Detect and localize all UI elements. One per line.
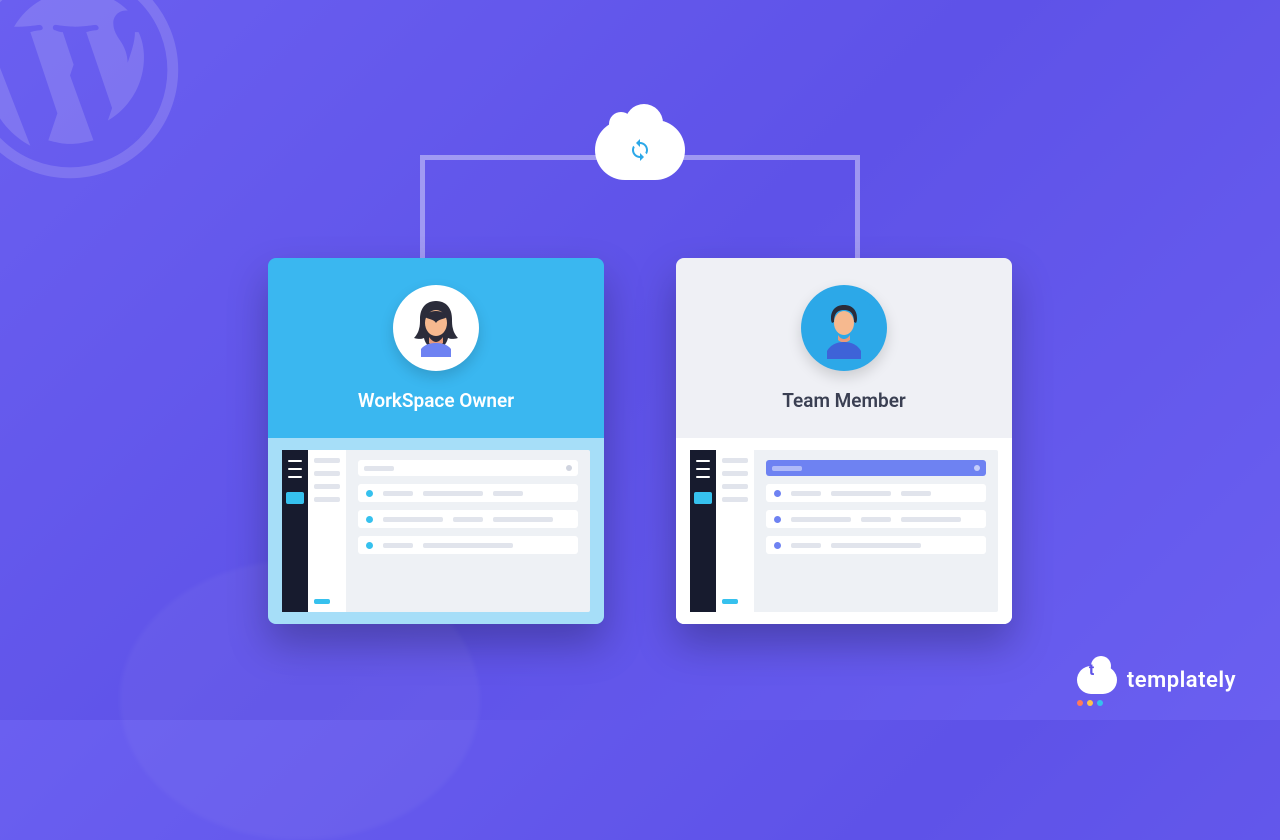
dashboard-topbar (358, 460, 578, 476)
light-sidebar (308, 450, 346, 612)
cards-container: WorkSpace Owner (268, 258, 1012, 624)
light-sidebar (716, 450, 754, 612)
cloud-icon (595, 120, 685, 180)
cloud-sync-node (595, 120, 685, 180)
dashboard-main (754, 450, 998, 612)
list-row (766, 536, 986, 554)
member-role-label: Team Member (782, 389, 906, 412)
team-member-card: Team Member (676, 258, 1012, 624)
list-row (358, 510, 578, 528)
brand-name: templately (1127, 668, 1236, 693)
owner-role-label: WorkSpace Owner (358, 389, 514, 412)
brand-cloud-icon: t (1077, 666, 1117, 694)
sidebar-active-indicator (286, 492, 304, 504)
list-row (766, 484, 986, 502)
female-avatar-icon (401, 293, 471, 363)
dashboard-main (346, 450, 590, 612)
card-head: Team Member (676, 258, 1012, 438)
owner-avatar (393, 285, 479, 371)
owner-dashboard-preview (268, 438, 604, 624)
sync-icon (628, 138, 652, 162)
member-avatar (801, 285, 887, 371)
dashboard-mock (282, 450, 590, 612)
list-row (358, 536, 578, 554)
dark-sidebar (282, 450, 308, 612)
member-dashboard-preview (676, 438, 1012, 624)
list-row (766, 510, 986, 528)
workspace-owner-card: WorkSpace Owner (268, 258, 604, 624)
sidebar-active-indicator (694, 492, 712, 504)
dashboard-mock (690, 450, 998, 612)
dashboard-topbar (766, 460, 986, 476)
male-avatar-icon (809, 293, 879, 363)
dark-sidebar (690, 450, 716, 612)
wordpress-watermark-icon (0, 0, 180, 180)
brand-logo: t templately (1077, 666, 1236, 694)
card-head: WorkSpace Owner (268, 258, 604, 438)
list-row (358, 484, 578, 502)
